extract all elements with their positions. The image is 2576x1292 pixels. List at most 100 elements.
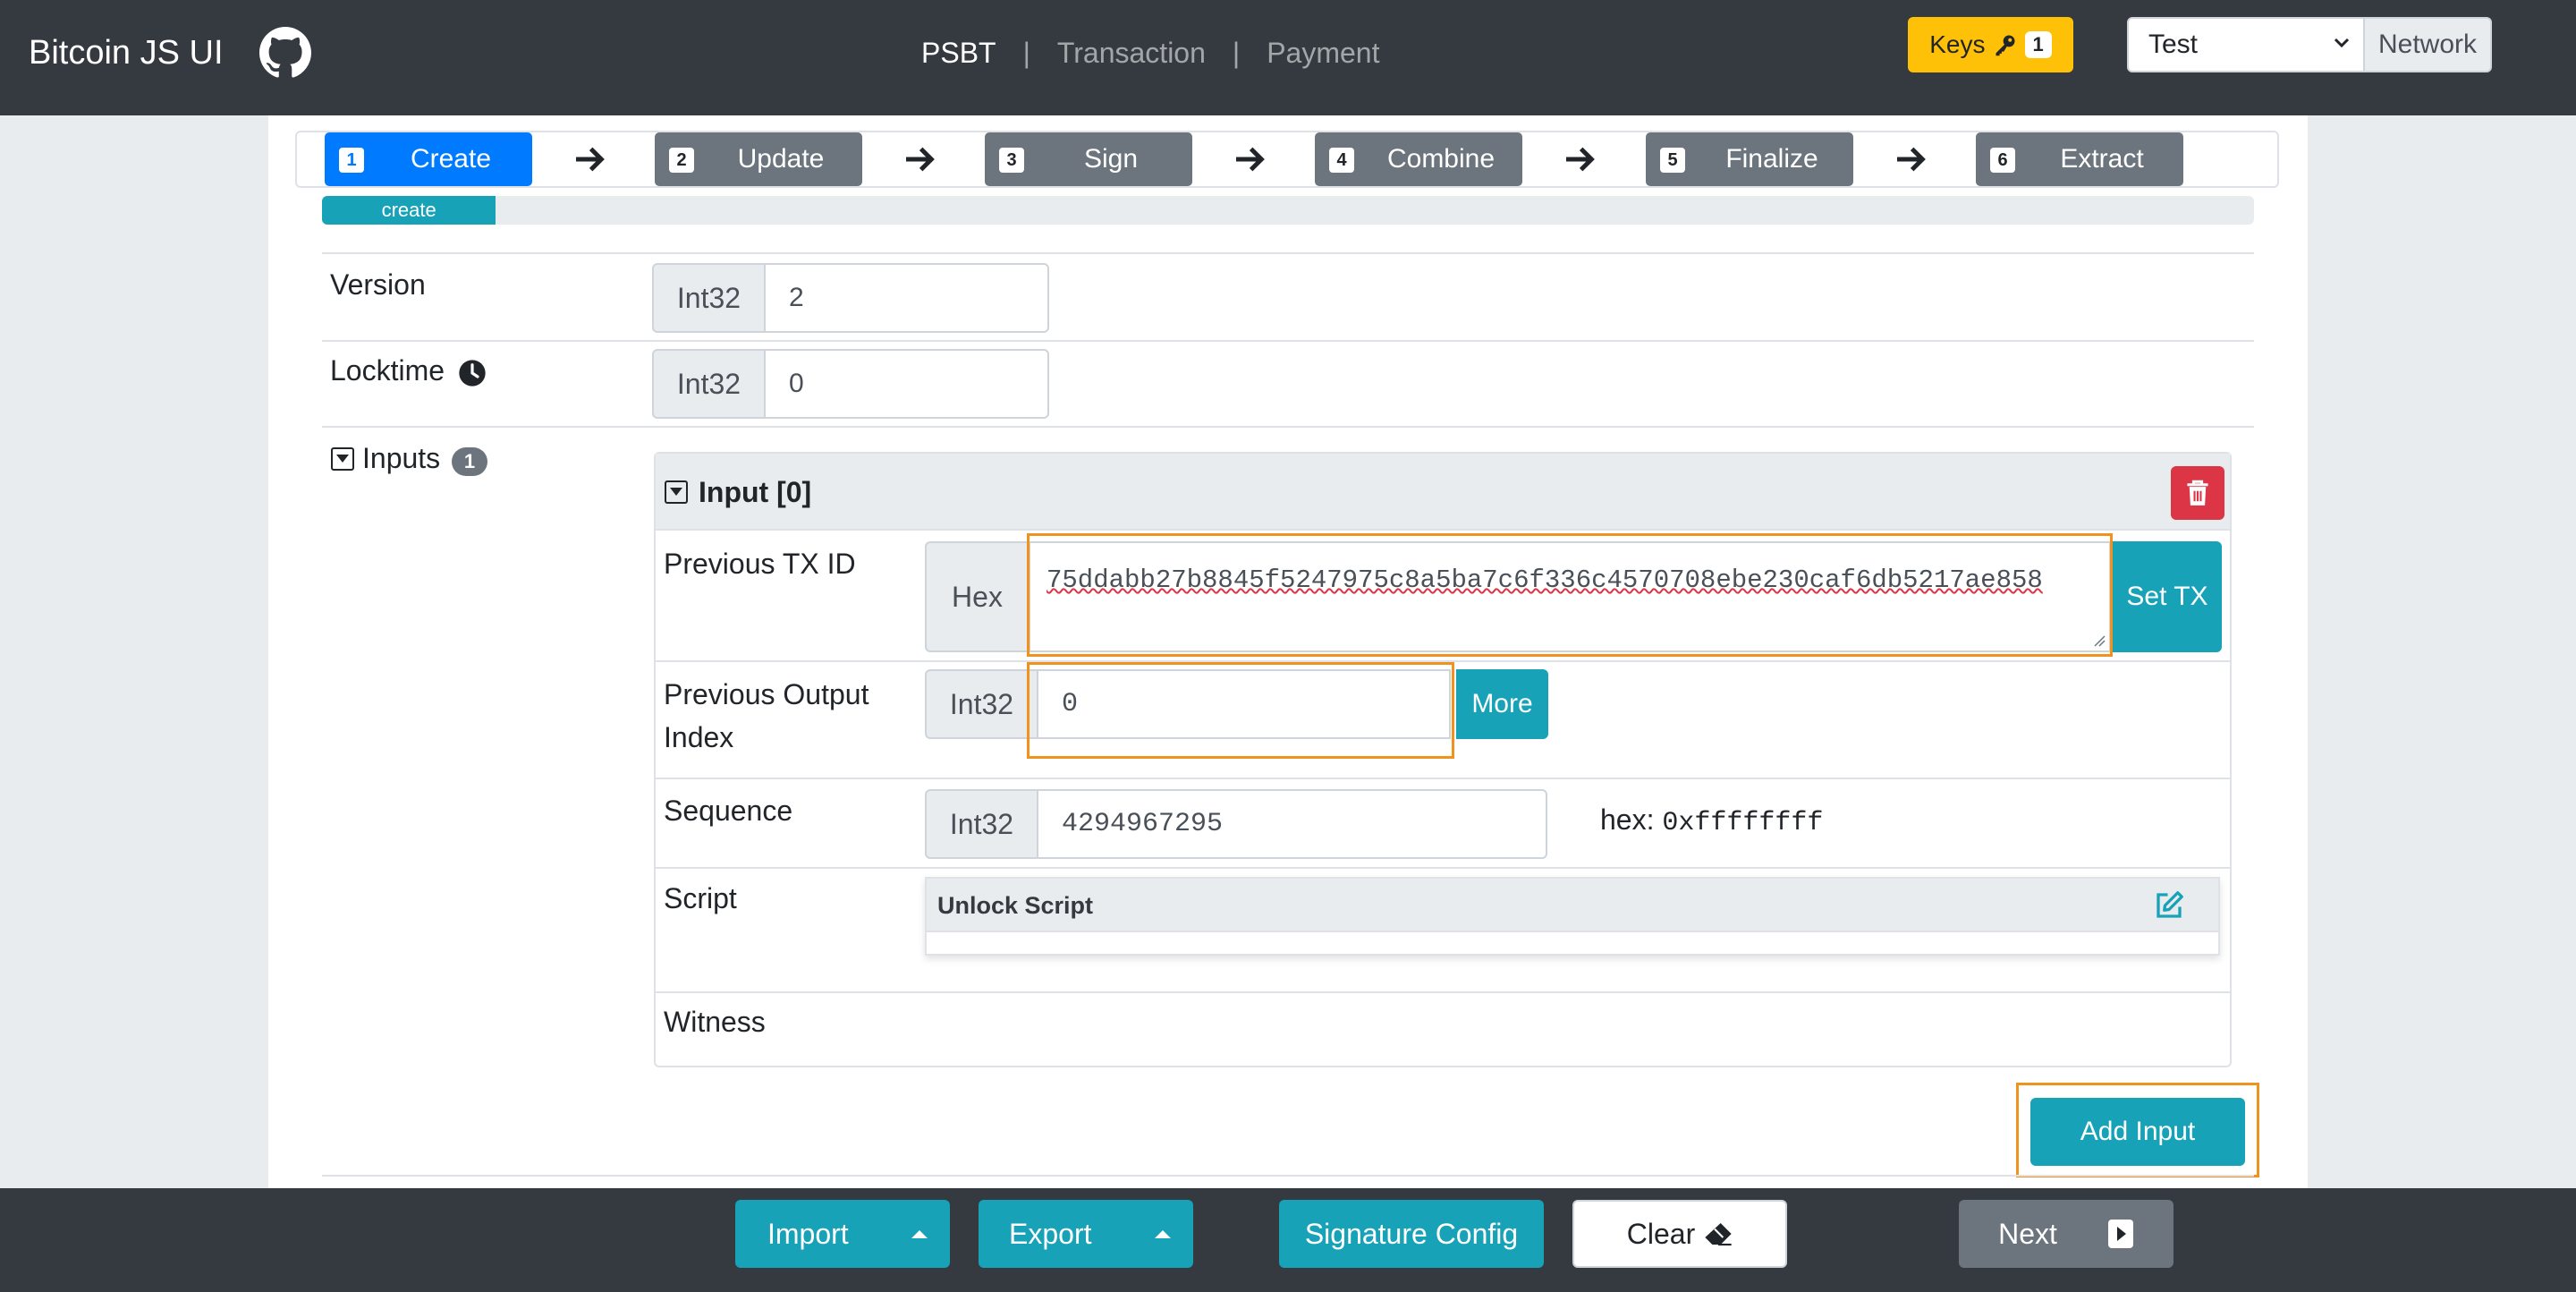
input-card-header: Input [0]	[656, 454, 2230, 531]
prev-txid-textarea[interactable]: 75ddabb27b8845f5247975c8a5ba7c6f336c4570…	[1029, 541, 2111, 652]
app-brand[interactable]: Bitcoin JS UI	[29, 0, 224, 106]
prev-index-label: Previous Output Index	[664, 673, 869, 759]
caret-up-icon	[911, 1230, 928, 1238]
add-input-button[interactable]: Add Input	[2030, 1098, 2245, 1166]
arrow-right-icon	[1566, 147, 1595, 172]
locktime-type-addon: Int32	[652, 349, 766, 419]
unlock-script-header: Unlock Script	[927, 879, 2218, 932]
divider	[656, 778, 2230, 779]
step-number: 3	[999, 148, 1024, 173]
step-label: Extract	[2060, 144, 2144, 174]
export-label: Export	[1009, 1217, 1092, 1250]
import-dropdown-toggle[interactable]	[889, 1200, 950, 1268]
clear-button[interactable]: Clear	[1572, 1200, 1787, 1268]
step-progress-bar: create	[322, 196, 2254, 225]
sequence-type-addon: Int32	[925, 789, 1038, 859]
keys-label: Keys	[1929, 30, 1986, 58]
sequence-input[interactable]: 4294967295	[1038, 789, 1547, 859]
caret-up-icon	[1155, 1230, 1171, 1238]
arrow-right-icon	[906, 147, 935, 172]
clear-label: Clear	[1626, 1217, 1696, 1250]
step-number: 2	[669, 148, 694, 173]
sequence-hex-value: 0xffffffff	[1662, 808, 1824, 838]
network-select[interactable]: Test	[2127, 17, 2365, 72]
export-dropdown-toggle[interactable]	[1132, 1200, 1193, 1268]
main-nav: PSBT | Transaction | Payment	[921, 0, 1379, 106]
step-sign-button[interactable]: 3 Sign	[985, 132, 1192, 186]
top-navbar: Bitcoin JS UI PSBT | Transaction | Payment K…	[0, 0, 2576, 115]
step-label: Sign	[1083, 144, 1139, 174]
version-input[interactable]: 2	[766, 263, 1049, 333]
progress-fill: create	[322, 196, 496, 225]
step-number: 4	[1329, 148, 1354, 173]
step-label: Finalize	[1725, 144, 1818, 174]
step-number: 1	[339, 148, 364, 173]
caret-square-down-icon[interactable]	[665, 480, 688, 504]
clock-icon[interactable]	[458, 359, 487, 387]
step-label: Create	[410, 144, 492, 174]
resize-handle-icon[interactable]	[2093, 634, 2106, 647]
github-icon[interactable]	[259, 27, 311, 79]
step-create-button[interactable]: 1 Create	[325, 132, 532, 186]
delete-input-button[interactable]	[2171, 466, 2224, 520]
prev-txid-value: 75ddabb27b8845f5247975c8a5ba7c6f336c4570…	[1046, 565, 2043, 595]
caret-square-right-icon	[2107, 1220, 2133, 1248]
nav-psbt[interactable]: PSBT	[921, 0, 996, 106]
locktime-label-row: Locktime	[330, 354, 487, 387]
divider	[322, 252, 2254, 254]
next-button[interactable]: Next	[1959, 1200, 2174, 1268]
import-button[interactable]: Import	[735, 1200, 950, 1268]
keys-count-badge: 1	[2024, 31, 2052, 58]
locktime-label: Locktime	[330, 354, 445, 387]
step-number: 6	[1990, 148, 2015, 173]
prev-index-input[interactable]: 0	[1038, 669, 1451, 739]
edit-icon[interactable]	[2152, 889, 2186, 922]
prev-index-type-addon: Int32	[925, 669, 1038, 739]
step-wizard: 1 Create 2 Update 3 Sign 4 Combine 5 Fin…	[295, 131, 2279, 188]
caret-square-down-icon[interactable]	[331, 447, 354, 471]
arrow-right-icon	[1897, 147, 1926, 172]
bottom-toolbar: Import Export Signature Config Clear Nex…	[0, 1188, 2576, 1292]
prev-txid-label: Previous TX ID	[664, 548, 856, 580]
inputs-count-badge: 1	[452, 447, 487, 476]
script-label: Script	[664, 882, 737, 914]
divider	[322, 426, 2254, 428]
sequence-hex-label: hex:	[1600, 803, 1655, 836]
chevron-down-icon	[2333, 19, 2351, 71]
network-label: Network	[2365, 17, 2492, 72]
step-update-button[interactable]: 2 Update	[655, 132, 862, 186]
keys-button[interactable]: Keys 1	[1908, 17, 2073, 72]
divider	[656, 660, 2230, 662]
unlock-script-panel: Unlock Script	[925, 877, 2220, 956]
eraser-icon	[1705, 1223, 1732, 1246]
inputs-label[interactable]: Inputs	[362, 442, 440, 475]
locktime-input-group: Int32 0	[652, 349, 1049, 419]
nav-payment[interactable]: Payment	[1267, 0, 1379, 106]
prev-txid-type-addon: Hex	[925, 541, 1030, 652]
network-select-value: Test	[2148, 30, 2199, 59]
step-finalize-button[interactable]: 5 Finalize	[1646, 132, 1853, 186]
divider	[656, 991, 2230, 993]
sequence-hex-display: hex: 0xffffffff	[1600, 803, 1823, 838]
step-label: Combine	[1386, 144, 1496, 174]
arrow-right-icon	[576, 147, 605, 172]
prev-index-input-group: Int32 0	[925, 669, 1451, 739]
key-icon	[1996, 35, 2014, 56]
step-combine-button[interactable]: 4 Combine	[1315, 132, 1522, 186]
divider	[322, 1175, 2254, 1177]
signature-config-button[interactable]: Signature Config	[1279, 1200, 1544, 1268]
more-button[interactable]: More	[1456, 669, 1548, 739]
step-extract-button[interactable]: 6 Extract	[1976, 132, 2183, 186]
version-input-group: Int32 2	[652, 263, 1049, 333]
nav-separator: |	[1022, 37, 1030, 69]
export-button[interactable]: Export	[979, 1200, 1193, 1268]
nav-separator: |	[1232, 37, 1241, 69]
divider	[322, 340, 2254, 342]
witness-label: Witness	[664, 1006, 766, 1038]
set-tx-button[interactable]: Set TX	[2113, 541, 2222, 652]
nav-transaction[interactable]: Transaction	[1057, 0, 1206, 106]
prev-index-label-line1: Previous Output	[664, 678, 869, 710]
prev-index-label-line2: Index	[664, 721, 734, 753]
locktime-input[interactable]: 0	[766, 349, 1049, 419]
arrow-right-icon	[1236, 147, 1265, 172]
